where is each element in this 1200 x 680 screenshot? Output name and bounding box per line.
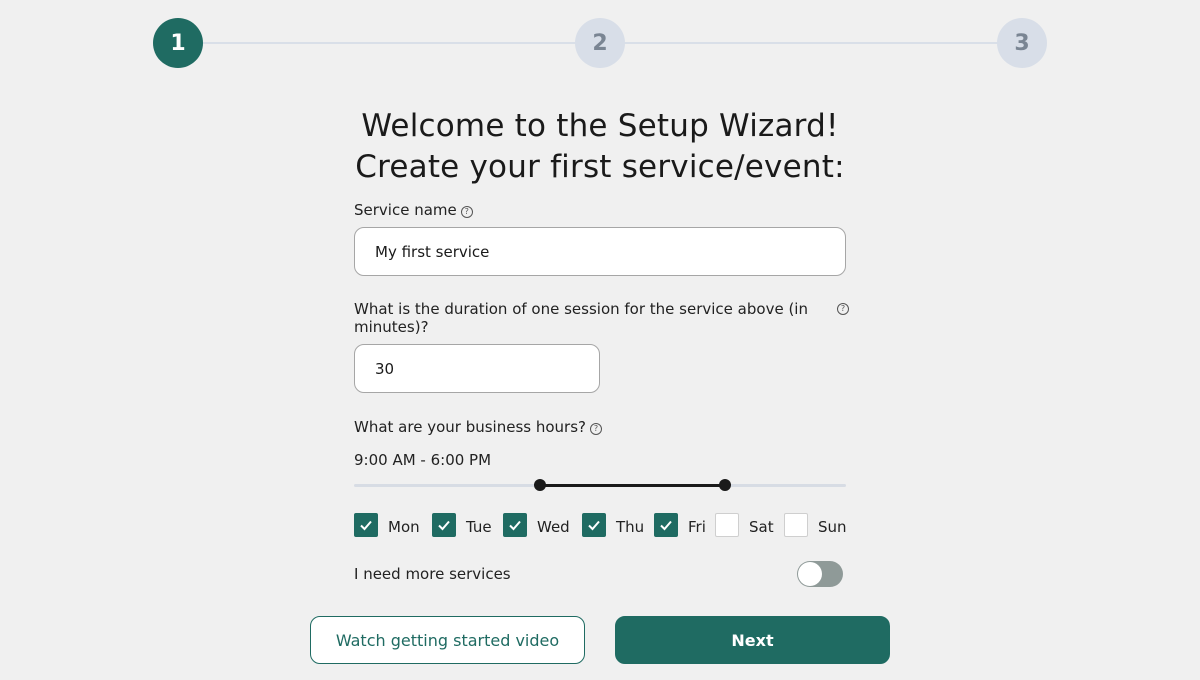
step-3[interactable]: 3 (997, 18, 1047, 68)
slider-range (539, 484, 725, 487)
title-line-2: Create your first service/event: (355, 149, 845, 185)
business-hours-label-text: What are your business hours? (354, 418, 586, 436)
day-fri[interactable]: Fri (654, 513, 706, 537)
business-hours-slider[interactable] (354, 478, 846, 492)
service-name-label: Service name? (354, 201, 473, 219)
day-label: Sat (749, 518, 774, 536)
day-thu[interactable]: Thu (582, 513, 644, 537)
next-button[interactable]: Next (615, 616, 890, 664)
checkbox[interactable] (432, 513, 456, 537)
question-circle-icon[interactable]: ? (589, 423, 602, 435)
service-name-label-text: Service name (354, 201, 457, 219)
check-icon (660, 520, 672, 531)
watch-video-button[interactable]: Watch getting started video (310, 616, 585, 664)
business-hours-value: 9:00 AM - 6:00 PM (354, 451, 492, 469)
more-services-toggle[interactable] (797, 561, 843, 587)
service-name-input[interactable] (354, 227, 846, 276)
check-icon (509, 520, 521, 531)
day-sun[interactable]: Sun (784, 513, 847, 537)
check-icon (588, 520, 600, 531)
day-sat[interactable]: Sat (715, 513, 774, 537)
day-wed[interactable]: Wed (503, 513, 570, 537)
checkbox[interactable] (503, 513, 527, 537)
duration-input[interactable] (354, 344, 600, 393)
toggle-knob (798, 562, 822, 586)
day-mon[interactable]: Mon (354, 513, 420, 537)
day-label: Thu (616, 518, 645, 536)
duration-label: What is the duration of one session for … (354, 300, 808, 336)
step-1[interactable]: 1 (153, 18, 203, 68)
weekday-checkboxes: Mon Tue Wed Thu Fri Sat Sun (354, 513, 854, 539)
title-line-1: Welcome to the Setup Wizard! (361, 108, 839, 144)
page-title: Welcome to the Setup Wizard! Create your… (300, 106, 900, 188)
checkbox[interactable] (654, 513, 678, 537)
slider-thumb-start[interactable] (533, 479, 546, 491)
day-label: Tue (466, 518, 492, 536)
day-label: Mon (388, 518, 420, 536)
day-label: Fri (688, 518, 706, 536)
checkbox[interactable] (582, 513, 606, 537)
day-label: Wed (537, 518, 570, 536)
day-tue[interactable]: Tue (432, 513, 492, 537)
checkbox[interactable] (715, 513, 739, 537)
check-icon (360, 520, 372, 531)
wizard-stepper: 1 2 3 (153, 18, 1047, 68)
step-2[interactable]: 2 (575, 18, 625, 68)
more-services-label: I need more services (354, 565, 511, 583)
question-circle-icon[interactable]: ? (837, 303, 849, 315)
slider-thumb-end[interactable] (718, 479, 731, 491)
day-label: Sun (818, 518, 847, 536)
checkbox[interactable] (784, 513, 808, 537)
question-circle-icon[interactable]: ? (460, 206, 473, 218)
check-icon (438, 520, 450, 531)
checkbox[interactable] (354, 513, 378, 537)
business-hours-label: What are your business hours?? (354, 418, 602, 436)
